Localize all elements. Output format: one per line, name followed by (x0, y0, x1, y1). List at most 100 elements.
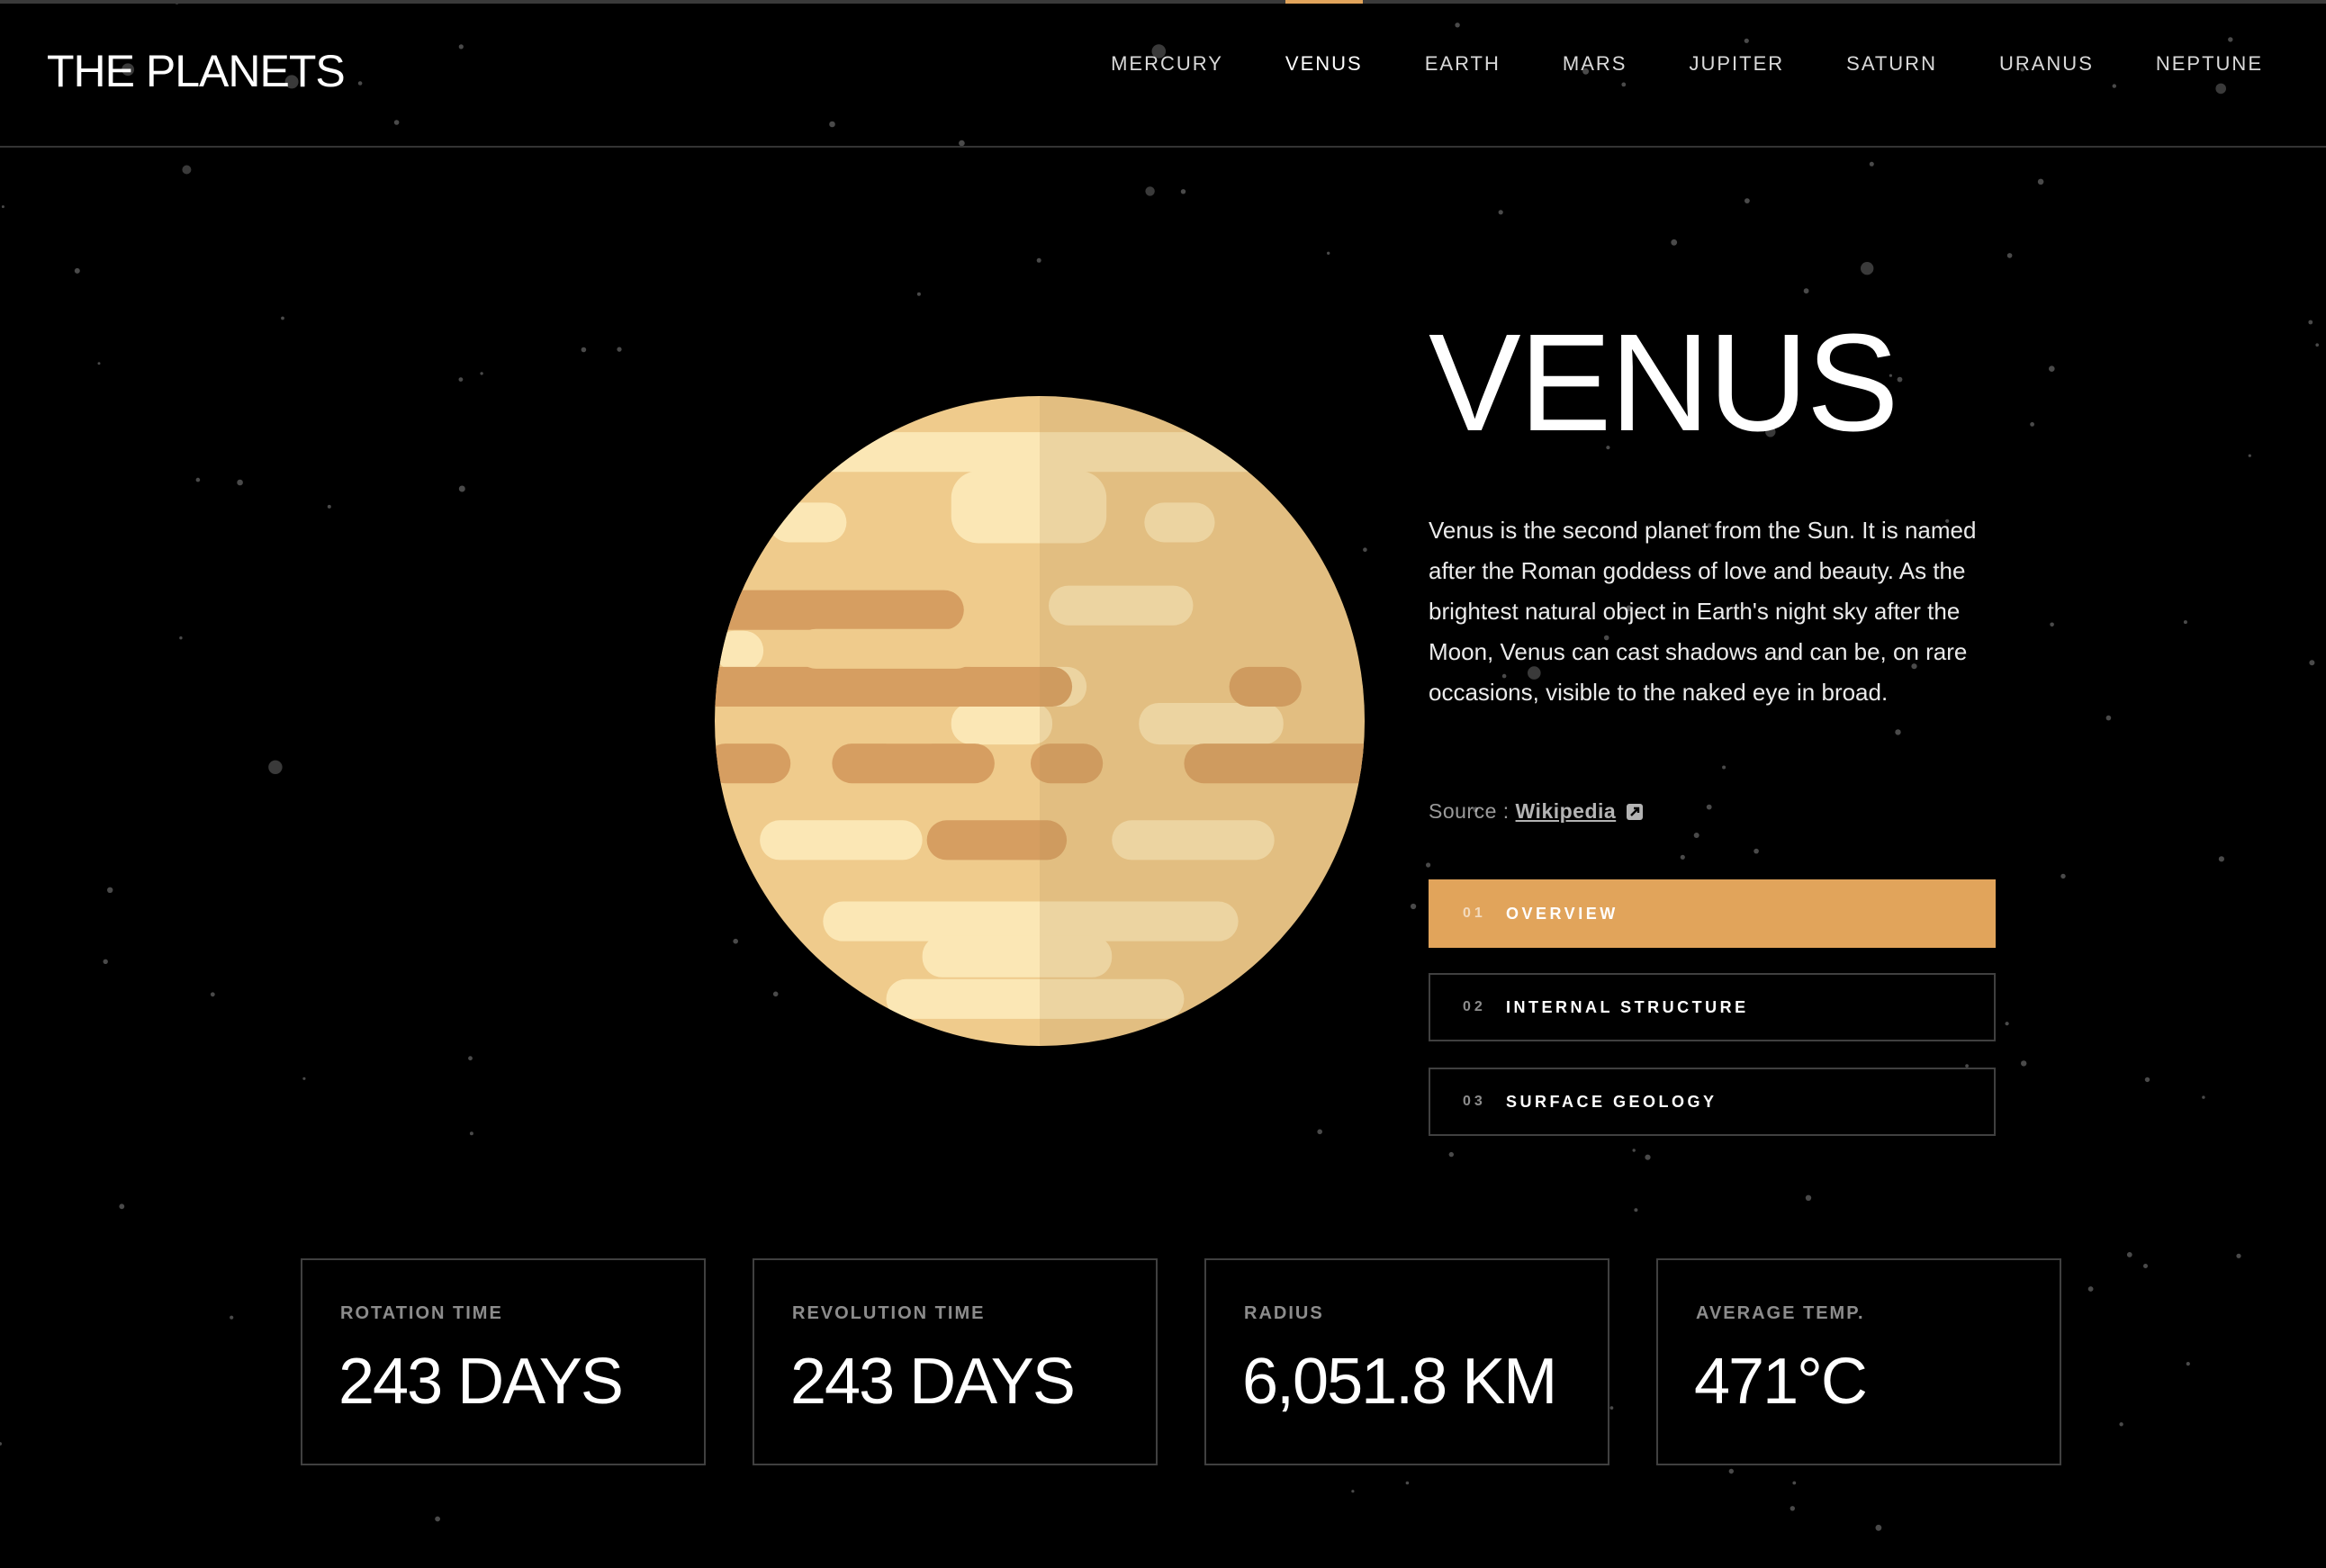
star (458, 377, 464, 382)
star (237, 479, 243, 486)
star (2037, 178, 2044, 185)
star (2218, 856, 2224, 862)
star (2005, 1022, 2009, 1026)
star (0, 1442, 2, 1446)
site-logo[interactable]: THE PLANETS (47, 45, 346, 97)
nav-item-uranus[interactable]: URANUS (1999, 4, 2094, 144)
stat-label: REVOLUTION TIME (792, 1303, 986, 1323)
star (2087, 1286, 2094, 1292)
star (468, 1056, 473, 1061)
star (617, 347, 622, 352)
star (281, 316, 284, 320)
star (1, 205, 5, 209)
nav-item-jupiter[interactable]: JUPITER (1689, 4, 1784, 144)
star (1897, 376, 1903, 383)
star (1706, 804, 1712, 810)
stat-value: 6,051.8 KM (1242, 1346, 1557, 1418)
external-link-icon[interactable] (1626, 803, 1644, 821)
star (1317, 1129, 1322, 1135)
star (2144, 1077, 2150, 1083)
nav-item-neptune[interactable]: NEPTUNE (2156, 4, 2263, 144)
star (581, 347, 587, 353)
star (1411, 903, 1417, 910)
star (103, 959, 108, 965)
star (1680, 854, 1685, 860)
star (1426, 862, 1431, 868)
stat-card-radius: RADIUS 6,051.8 KM (1204, 1258, 1609, 1465)
star (1875, 1524, 1882, 1531)
star (1790, 1506, 1796, 1511)
star (1792, 1481, 1797, 1485)
star (179, 636, 183, 640)
star (2202, 1095, 2205, 1099)
star (2248, 454, 2251, 457)
star (1728, 1468, 1735, 1474)
stat-label: RADIUS (1244, 1303, 1324, 1323)
star (1645, 1154, 1651, 1160)
star (1327, 251, 1330, 255)
star (268, 760, 283, 774)
star (458, 485, 465, 492)
star (435, 1516, 440, 1522)
tab-label: INTERNAL STRUCTURE (1506, 997, 1749, 1016)
stat-label: ROTATION TIME (340, 1303, 503, 1323)
star (2021, 1060, 2027, 1067)
star (210, 992, 215, 997)
star (1671, 239, 1678, 246)
star (2050, 622, 2054, 627)
star (2119, 1422, 2123, 1427)
stat-value: 243 DAYS (790, 1346, 1076, 1418)
site-header: THE PLANETS MERCURY VENUS EARTH MARS JUP… (0, 0, 2326, 148)
nav-item-venus[interactable]: VENUS (1285, 0, 1363, 144)
stat-value: 243 DAYS (338, 1346, 624, 1418)
tab-overview[interactable]: 01 OVERVIEW (1429, 879, 1996, 948)
star (2183, 620, 2187, 625)
venus-planet-illustration (715, 396, 1365, 1046)
tab-number: 01 (1463, 906, 1486, 921)
star (1145, 186, 1155, 196)
star (1609, 1406, 1614, 1410)
star (302, 1077, 306, 1080)
star (2105, 715, 2112, 721)
star (1036, 257, 1041, 263)
star (195, 477, 201, 482)
star (1744, 198, 1750, 204)
planet-nav: MERCURY VENUS EARTH MARS JUPITER SATURN … (1049, 0, 2263, 144)
star (2049, 365, 2055, 373)
star (1869, 161, 1874, 167)
star (1180, 189, 1186, 194)
star (1722, 765, 1726, 770)
star (74, 267, 80, 274)
star (2308, 320, 2313, 325)
tab-internal-structure[interactable]: 02 INTERNAL STRUCTURE (1429, 973, 1996, 1041)
star (1895, 729, 1901, 735)
star (2315, 343, 2319, 347)
nav-item-earth[interactable]: EARTH (1425, 4, 1501, 144)
star (1803, 288, 1809, 294)
nav-item-mercury[interactable]: MERCURY (1111, 4, 1223, 144)
source-link[interactable]: Wikipedia (1516, 799, 1617, 823)
tab-surface-geology[interactable]: 03 SURFACE GEOLOGY (1429, 1068, 1996, 1136)
nav-item-saturn[interactable]: SATURN (1846, 4, 1937, 144)
star (1405, 1481, 1410, 1485)
tab-number: 03 (1463, 1094, 1486, 1109)
star (327, 504, 331, 509)
star (2030, 422, 2035, 427)
star (2309, 660, 2315, 666)
nav-item-mars[interactable]: MARS (1563, 4, 1627, 144)
star (2186, 1362, 2190, 1366)
star (1632, 1149, 1636, 1152)
star (119, 1203, 125, 1210)
star (2126, 1252, 2132, 1257)
planet-description: Venus is the second planet from the Sun.… (1429, 517, 1977, 706)
stat-value: 471°C (1694, 1346, 1868, 1418)
star (916, 292, 921, 296)
stat-label: AVERAGE TEMP. (1696, 1303, 1865, 1323)
stat-card-revolution: REVOLUTION TIME 243 DAYS (753, 1258, 1158, 1465)
star (1693, 833, 1699, 838)
star (2143, 1264, 2148, 1268)
planet-title: VENUS (1429, 305, 1899, 460)
star (2006, 253, 2013, 258)
star (1448, 1151, 1455, 1158)
star (1634, 1208, 1638, 1212)
